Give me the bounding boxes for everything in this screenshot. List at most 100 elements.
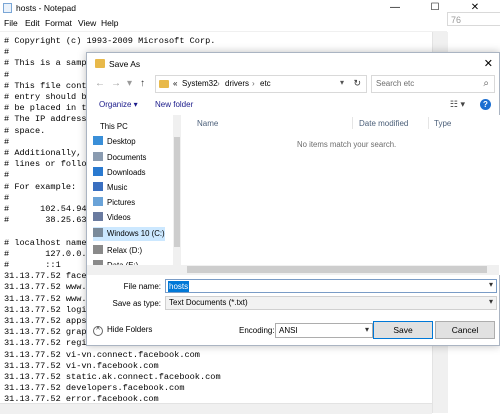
address-root[interactable]: « xyxy=(173,79,177,88)
desktop-icon xyxy=(93,136,103,145)
text-line: # entry should be xyxy=(4,92,92,102)
encoding-dropdown-icon[interactable]: ▾ xyxy=(365,325,369,334)
dialog-close-button[interactable]: ✕ xyxy=(484,57,493,70)
view-options-icon[interactable]: ☷ ▾ xyxy=(450,99,465,110)
text-line: # space. xyxy=(4,125,46,136)
encoding-label: Encoding: xyxy=(239,326,275,335)
text-line: # This is a samp xyxy=(4,58,87,69)
nav-item-label: This PC xyxy=(100,122,128,131)
nav-item[interactable]: Documents xyxy=(93,151,165,165)
nav-item[interactable]: Pictures xyxy=(93,196,165,210)
minimize-button[interactable]: — xyxy=(380,0,410,16)
nav-item[interactable]: Downloads xyxy=(93,166,165,180)
text-line: # lines or follow xyxy=(4,159,92,170)
save-button[interactable]: Save xyxy=(373,321,433,339)
text-line: # This file conta xyxy=(4,80,92,91)
nav-item-label: Pictures xyxy=(107,198,136,207)
forward-arrow-icon[interactable]: → xyxy=(111,78,121,89)
background-field: 76 xyxy=(447,12,500,26)
address-bar[interactable]: « System32 › drivers › etc ▾ ↻ xyxy=(155,75,367,93)
dialog-titlebar: Save As ✕ xyxy=(87,53,499,75)
text-line: 31.13.77.52 www. xyxy=(4,293,87,304)
recent-chevron-icon[interactable]: ▾ xyxy=(127,78,132,89)
up-arrow-icon[interactable]: ↑ xyxy=(140,78,145,89)
text-line: # xyxy=(4,136,10,147)
horizontal-scroll-thumb[interactable] xyxy=(187,266,487,273)
hide-folders-label: Hide Folders xyxy=(107,325,153,334)
downloads-icon xyxy=(93,167,103,176)
nav-item-label: Relax (D:) xyxy=(107,246,143,255)
nav-item[interactable]: Relax (D:) xyxy=(93,244,165,258)
nav-item-label: Videos xyxy=(107,213,131,222)
column-name[interactable]: Name xyxy=(197,119,218,128)
notepad-icon xyxy=(3,3,12,13)
documents-icon xyxy=(93,152,103,161)
address-segment-system32[interactable]: System32 xyxy=(182,79,218,88)
text-line: # xyxy=(4,170,10,181)
nav-item[interactable]: Windows 10 (C:) xyxy=(93,227,165,241)
drive-icon xyxy=(93,228,103,237)
text-line: 31.13.77.52 faceb xyxy=(4,271,92,282)
text-line: # For example: xyxy=(4,181,77,192)
menu-view[interactable]: View xyxy=(78,18,96,28)
notepad-menubar: File Edit Format View Help xyxy=(0,16,500,32)
file-list[interactable]: Name Date modified Type No items match y… xyxy=(182,115,500,275)
save-as-type-dropdown-icon[interactable]: ▾ xyxy=(489,297,493,306)
menu-edit[interactable]: Edit xyxy=(25,18,40,28)
text-line: # xyxy=(4,69,10,80)
text-line: 31.13.77.52 apps xyxy=(4,316,87,326)
nav-item[interactable]: Videos xyxy=(93,211,165,225)
notepad-title: hosts - Notepad xyxy=(16,3,77,13)
cancel-button[interactable]: Cancel xyxy=(435,321,495,339)
text-line: 31.13.77.52 vi-vn.connect.facebook.com xyxy=(4,349,200,360)
new-folder-button[interactable]: New folder xyxy=(155,100,193,109)
text-line: 31.13.77.52 www. xyxy=(4,282,87,293)
address-segment-etc[interactable]: etc xyxy=(260,79,271,88)
navigation-pane-scroll-thumb[interactable] xyxy=(174,137,180,247)
menu-help[interactable]: Help xyxy=(101,18,118,28)
text-line: # Additionally, c xyxy=(4,148,92,158)
menu-format[interactable]: Format xyxy=(45,18,72,28)
dialog-title: Save As xyxy=(109,59,141,69)
menu-file[interactable]: File xyxy=(4,18,18,28)
nav-item-label: Music xyxy=(107,183,128,192)
text-line: # The IP address xyxy=(4,114,87,125)
file-name-dropdown-icon[interactable]: ▾ xyxy=(489,280,493,289)
text-line: 31.13.77.52 login xyxy=(4,304,92,315)
address-dropdown-icon[interactable]: ▾ xyxy=(340,78,344,87)
maximize-button[interactable]: ☐ xyxy=(420,0,450,16)
text-line: # 102.54.94 xyxy=(4,204,87,214)
organize-button[interactable]: Organize ▾ xyxy=(99,100,138,109)
text-line: # 38.25.63 xyxy=(4,215,87,226)
breadcrumb-separator-icon: › xyxy=(252,79,255,88)
file-name-input[interactable]: hosts ▾ xyxy=(165,279,497,293)
search-box[interactable]: Search etc ⌕ xyxy=(371,75,495,93)
hide-folders-button[interactable]: ^ Hide Folders xyxy=(93,325,152,336)
save-as-type-label: Save as type: xyxy=(112,299,161,308)
refresh-icon[interactable]: ↻ xyxy=(353,78,361,89)
file-name-value: hosts xyxy=(168,281,190,292)
column-type[interactable]: Type xyxy=(434,119,451,128)
search-icon: ⌕ xyxy=(483,78,489,89)
empty-message: No items match your search. xyxy=(297,140,397,149)
folder-icon xyxy=(95,59,105,68)
nav-item[interactable]: Music xyxy=(93,181,165,195)
back-arrow-icon[interactable]: ← xyxy=(95,78,105,89)
text-line: 31.13.77.52 developers.facebook.com xyxy=(4,383,185,394)
address-segment-drivers[interactable]: drivers xyxy=(225,79,249,88)
collapse-arrow-icon: ^ xyxy=(93,326,103,336)
navigation-pane: This PC Desktop Documents Downloads Music Pic… xyxy=(87,115,179,275)
text-line: 31.13.77.52 static.ak.connect.facebook.c… xyxy=(4,372,221,382)
dialog-toolbar: Organize ▾ New folder ☷ ▾ ? xyxy=(87,97,499,115)
search-placeholder: Search etc xyxy=(376,79,415,88)
help-icon[interactable]: ? xyxy=(480,99,491,110)
text-line: # Copyright (c) 1993-2009 Microsoft Corp… xyxy=(4,36,216,46)
notepad-titlebar: hosts - Notepad — ☐ ✕ xyxy=(0,0,500,16)
text-line: # be placed in th xyxy=(4,103,92,114)
save-as-type-select[interactable]: Text Documents (*.txt) ▾ xyxy=(165,296,497,310)
nav-item[interactable]: Desktop xyxy=(93,135,165,149)
encoding-select[interactable]: ANSI ▾ xyxy=(275,323,373,338)
column-date-modified[interactable]: Date modified xyxy=(359,119,408,128)
nav-item[interactable]: This PC xyxy=(100,120,165,134)
notepad-horizontal-scrollbar[interactable] xyxy=(0,403,432,414)
